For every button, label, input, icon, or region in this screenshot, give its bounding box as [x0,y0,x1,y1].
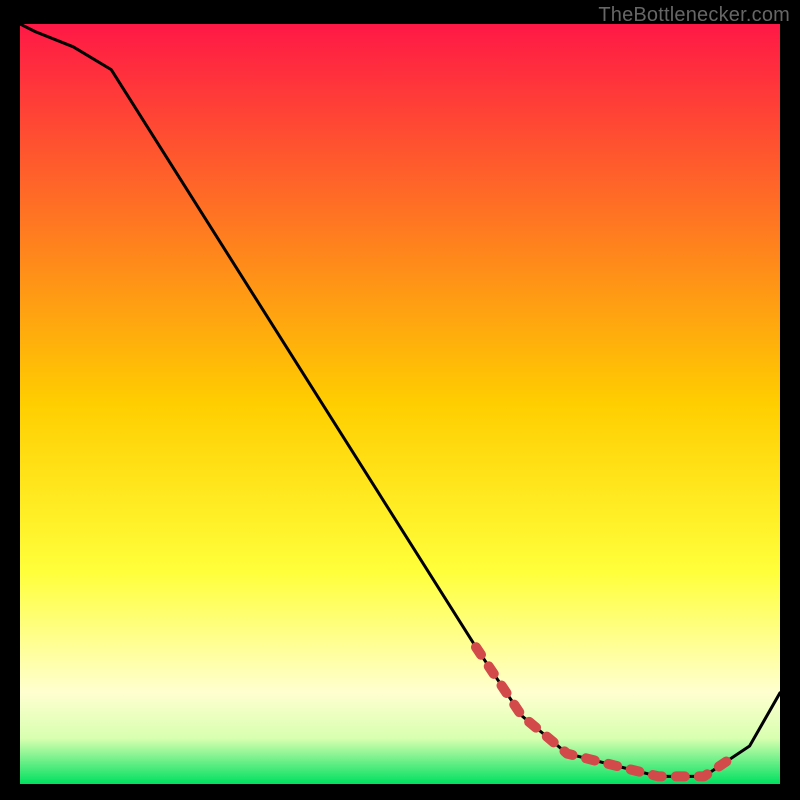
plot-svg [20,24,780,784]
gradient-background [20,24,780,784]
bottleneck-plot [20,24,780,784]
watermark-text: TheBottlenecker.com [598,4,790,27]
chart-frame: TheBottlenecker.com [0,0,800,800]
